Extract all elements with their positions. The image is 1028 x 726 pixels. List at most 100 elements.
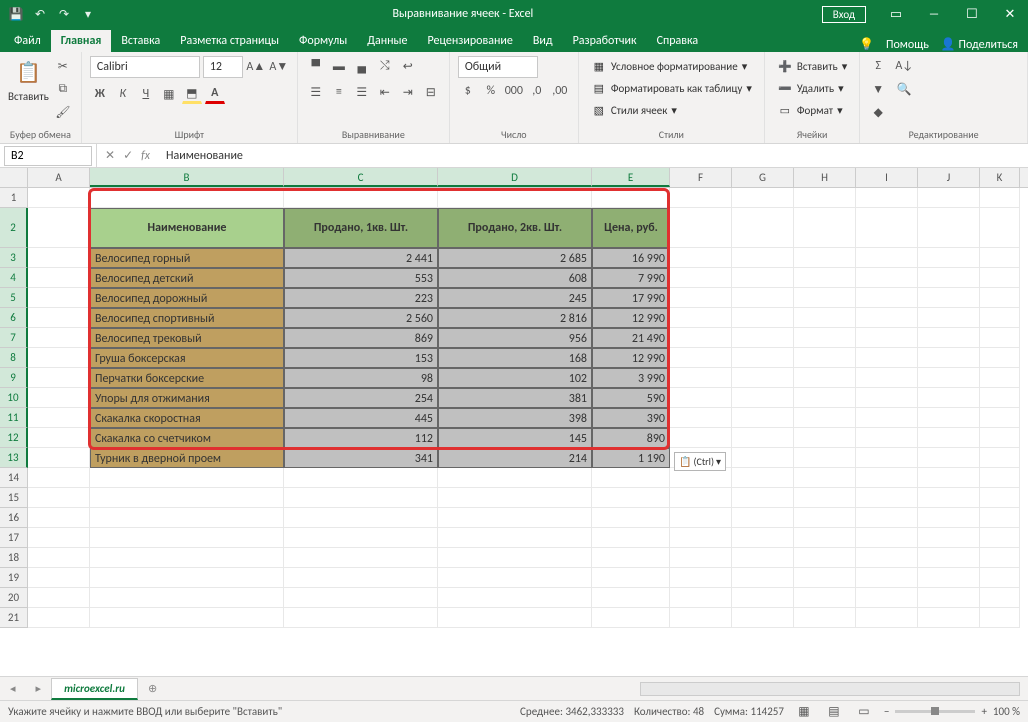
cell-F10[interactable]: [670, 388, 732, 408]
cell-I18[interactable]: [856, 548, 918, 568]
cell-E8[interactable]: 12 990: [592, 348, 670, 368]
tab-layout[interactable]: Разметка страницы: [170, 30, 289, 52]
cell-A11[interactable]: [28, 408, 90, 428]
bold-button[interactable]: Ж: [90, 84, 110, 104]
cell-H20[interactable]: [794, 588, 856, 608]
cell-E17[interactable]: [592, 528, 670, 548]
cell-H11[interactable]: [794, 408, 856, 428]
cell-F9[interactable]: [670, 368, 732, 388]
cell-C1[interactable]: [284, 188, 438, 208]
row-header-7[interactable]: 7: [0, 328, 28, 348]
ribbon-options-icon[interactable]: ▭: [878, 0, 914, 28]
number-format-combo[interactable]: Общий: [458, 56, 538, 78]
zoom-slider[interactable]: [895, 710, 975, 713]
select-all-corner[interactable]: [0, 168, 28, 187]
cell-K17[interactable]: [980, 528, 1020, 548]
cell-E12[interactable]: 890: [592, 428, 670, 448]
cell-G13[interactable]: [732, 448, 794, 468]
cell-J21[interactable]: [918, 608, 980, 628]
cell-C3[interactable]: 2 441: [284, 248, 438, 268]
cell-styles-button[interactable]: ▧Стили ячеек ▾: [587, 100, 756, 120]
cell-J19[interactable]: [918, 568, 980, 588]
cell-C6[interactable]: 2 560: [284, 308, 438, 328]
cell-J13[interactable]: [918, 448, 980, 468]
row-header-10[interactable]: 10: [0, 388, 28, 408]
row-header-1[interactable]: 1: [0, 188, 28, 208]
cell-J11[interactable]: [918, 408, 980, 428]
cell-H16[interactable]: [794, 508, 856, 528]
row-header-17[interactable]: 17: [0, 528, 28, 548]
cell-G18[interactable]: [732, 548, 794, 568]
new-sheet-button[interactable]: ⊕: [138, 682, 167, 695]
zoom-control[interactable]: −+ 100 %: [884, 705, 1020, 718]
cell-C10[interactable]: 254: [284, 388, 438, 408]
cell-D6[interactable]: 2 816: [438, 308, 592, 328]
tab-developer[interactable]: Разработчик: [563, 30, 647, 52]
cell-C4[interactable]: 553: [284, 268, 438, 288]
font-size-combo[interactable]: 12: [203, 56, 243, 78]
cell-E7[interactable]: 21 490: [592, 328, 670, 348]
cell-E3[interactable]: 16 990: [592, 248, 670, 268]
cell-G19[interactable]: [732, 568, 794, 588]
cell-D4[interactable]: 608: [438, 268, 592, 288]
column-header-C[interactable]: C: [284, 168, 438, 187]
tab-formulas[interactable]: Формулы: [289, 30, 357, 52]
cell-I19[interactable]: [856, 568, 918, 588]
cell-C21[interactable]: [284, 608, 438, 628]
tab-insert[interactable]: Вставка: [111, 30, 170, 52]
cell-B7[interactable]: Велосипед трековый: [90, 328, 284, 348]
percent-icon[interactable]: %: [481, 81, 501, 101]
row-header-13[interactable]: 13: [0, 448, 28, 468]
cell-I20[interactable]: [856, 588, 918, 608]
row-header-18[interactable]: 18: [0, 548, 28, 568]
cell-F1[interactable]: [670, 188, 732, 208]
cell-F8[interactable]: [670, 348, 732, 368]
cell-I6[interactable]: [856, 308, 918, 328]
cell-F17[interactable]: [670, 528, 732, 548]
cut-icon[interactable]: ✂: [53, 56, 73, 76]
view-normal-icon[interactable]: ▦: [794, 702, 814, 722]
cell-D15[interactable]: [438, 488, 592, 508]
cell-D7[interactable]: 956: [438, 328, 592, 348]
cell-E11[interactable]: 390: [592, 408, 670, 428]
cell-G8[interactable]: [732, 348, 794, 368]
tell-me-icon[interactable]: 💡: [859, 37, 874, 52]
row-header-12[interactable]: 12: [0, 428, 28, 448]
cell-G10[interactable]: [732, 388, 794, 408]
cell-C12[interactable]: 112: [284, 428, 438, 448]
cell-H8[interactable]: [794, 348, 856, 368]
cell-I9[interactable]: [856, 368, 918, 388]
cell-A14[interactable]: [28, 468, 90, 488]
row-header-20[interactable]: 20: [0, 588, 28, 608]
cell-H4[interactable]: [794, 268, 856, 288]
font-family-combo[interactable]: Calibri: [90, 56, 200, 78]
cell-I8[interactable]: [856, 348, 918, 368]
cell-E16[interactable]: [592, 508, 670, 528]
qat-dropdown-icon[interactable]: ▾: [80, 6, 96, 22]
cell-E10[interactable]: 590: [592, 388, 670, 408]
cell-J4[interactable]: [918, 268, 980, 288]
cell-B18[interactable]: [90, 548, 284, 568]
orientation-icon[interactable]: ⤭: [375, 56, 395, 76]
cell-J7[interactable]: [918, 328, 980, 348]
row-header-6[interactable]: 6: [0, 308, 28, 328]
tab-review[interactable]: Рецензирование: [418, 30, 523, 52]
cell-A12[interactable]: [28, 428, 90, 448]
cell-F16[interactable]: [670, 508, 732, 528]
cell-G16[interactable]: [732, 508, 794, 528]
cell-F5[interactable]: [670, 288, 732, 308]
sort-filter-icon[interactable]: A↓: [894, 56, 914, 76]
cell-K19[interactable]: [980, 568, 1020, 588]
cell-I11[interactable]: [856, 408, 918, 428]
align-right-icon[interactable]: ☰: [352, 82, 372, 102]
cell-E21[interactable]: [592, 608, 670, 628]
column-header-B[interactable]: B: [90, 168, 284, 187]
cell-H18[interactable]: [794, 548, 856, 568]
cell-C5[interactable]: 223: [284, 288, 438, 308]
row-header-2[interactable]: 2: [0, 208, 28, 248]
cell-C8[interactable]: 153: [284, 348, 438, 368]
cell-K7[interactable]: [980, 328, 1020, 348]
format-cells-button[interactable]: ▭Формат ▾: [773, 100, 851, 120]
cell-H9[interactable]: [794, 368, 856, 388]
cell-K15[interactable]: [980, 488, 1020, 508]
